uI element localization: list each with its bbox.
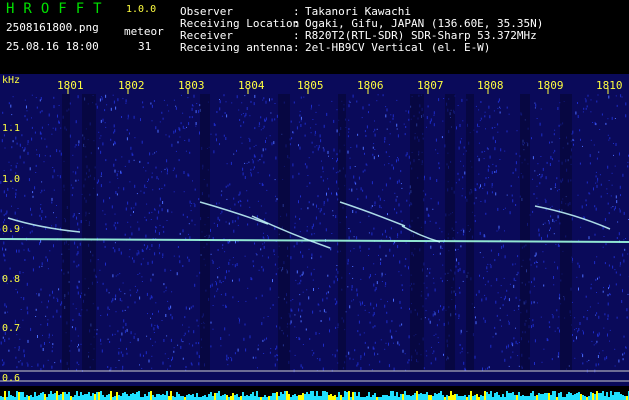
y-tick-label: 0.7 [2,323,21,334]
info-separator: : [293,41,300,54]
file-name: 2508161800.png [6,21,99,34]
x-tick-label: 1807 [417,79,444,92]
y-axis-unit: kHz [2,75,21,86]
y-tick-label: 0.9 [2,224,21,235]
app-title: HROFFT [6,1,111,17]
x-tick-label: 1806 [357,79,384,92]
y-tick-label: 0.6 [2,373,21,384]
x-tick-label: 1801 [57,79,84,92]
dark-band [560,94,572,370]
info-value: 2el-HB9CV Vertical (el. E-W) [305,41,491,54]
meteor-label: meteor [124,25,164,38]
dark-band [62,94,70,370]
x-tick-label: 1805 [297,79,324,92]
dark-band [445,94,455,370]
dark-band [82,94,96,370]
x-tick-label: 1803 [178,79,205,92]
timestamp: 25.08.16 18:00 [6,40,99,53]
y-tick-label: 1.1 [2,123,21,134]
x-tick-label: 1802 [118,79,145,92]
dark-band [338,94,346,370]
header-panel: HROFFT 1.0.0 2508161800.png meteor 25.08… [0,0,629,74]
meteor-count: 31 [138,40,152,53]
y-tick-label: 1.0 [2,174,21,185]
dark-band [520,94,530,370]
x-tick-label: 1808 [477,79,504,92]
x-tick-label: 1804 [238,79,265,92]
x-tick-label: 1810 [596,79,623,92]
app-version: 1.0.0 [126,4,157,15]
y-tick-label: 0.8 [2,274,21,285]
dark-band [466,94,474,370]
x-tick-label: 1809 [537,79,564,92]
info-key: Receiving antenna [180,41,293,54]
dark-band [200,94,210,370]
spectrogram-canvas [0,74,629,400]
